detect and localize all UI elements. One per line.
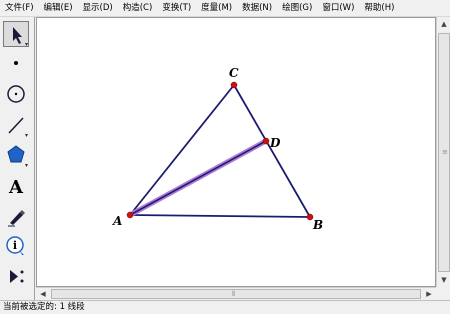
scrollbar-corner (436, 287, 450, 300)
svg-text:i: i (13, 239, 17, 252)
point-c[interactable] (230, 81, 238, 89)
polygon-tool[interactable] (3, 142, 29, 168)
triangle-figure: A B C D (112, 66, 323, 232)
pentagon-icon (7, 145, 28, 167)
status-bar: 当前被选定的: 1 线段 (0, 300, 450, 314)
toolbox: A i (0, 17, 35, 300)
arrow-cursor-icon (13, 27, 28, 46)
vertical-scroll-thumb[interactable]: ≡ (438, 33, 450, 272)
line-segment-icon (8, 117, 28, 137)
compass-tool[interactable] (3, 81, 29, 107)
label-b[interactable]: B (312, 218, 323, 232)
marker-pen-icon (8, 210, 25, 227)
label-a[interactable]: A (112, 214, 122, 228)
menu-display[interactable]: 显示(D) (78, 0, 118, 16)
arrow-select-tool[interactable] (3, 21, 29, 47)
status-text: 当前被选定的: 1 线段 (3, 302, 85, 312)
menu-graph[interactable]: 绘图(G) (277, 0, 317, 16)
point-a[interactable] (126, 211, 134, 219)
menu-data[interactable]: 数据(N) (237, 0, 277, 16)
scroll-up-arrow-icon[interactable]: ▲ (438, 18, 450, 30)
segment-ad-selected[interactable] (129, 140, 267, 216)
label-c[interactable]: C (229, 66, 239, 80)
scroll-right-arrow-icon[interactable]: ▶ (423, 288, 435, 300)
grip-icon: ⦀ (232, 290, 236, 298)
menu-transform[interactable]: 变换(T) (157, 0, 196, 16)
label-d[interactable]: D (269, 136, 281, 150)
point-icon (14, 61, 18, 65)
compass-circle-icon (7, 85, 25, 103)
info-icon: i (6, 236, 24, 255)
scroll-down-arrow-icon[interactable]: ▼ (438, 274, 450, 286)
scroll-left-arrow-icon[interactable]: ◀ (37, 288, 49, 300)
point-tool[interactable] (3, 50, 29, 76)
custom-tool[interactable] (3, 263, 29, 289)
menu-measure[interactable]: 度量(M) (196, 0, 237, 16)
play-more-icon (10, 270, 24, 283)
menu-window[interactable]: 窗口(W) (317, 0, 359, 16)
svg-text:A: A (8, 177, 24, 198)
grip-icon: ≡ (442, 148, 448, 156)
vertical-scrollbar[interactable]: ▲ ≡ ▼ (436, 17, 450, 287)
segment-ac[interactable] (129, 84, 235, 216)
menu-help[interactable]: 帮助(H) (359, 0, 399, 16)
text-tool[interactable]: A (3, 173, 29, 199)
menu-edit[interactable]: 编辑(E) (39, 0, 78, 16)
horizontal-scroll-thumb[interactable]: ⦀ (51, 289, 421, 299)
marker-tool[interactable] (3, 203, 29, 229)
point-d[interactable] (262, 137, 270, 145)
text-icon: A (8, 177, 24, 198)
menu-bar: 文件(F) 编辑(E) 显示(D) 构造(C) 变换(T) 度量(M) 数据(N… (0, 0, 450, 17)
segment-ab[interactable] (129, 214, 311, 218)
straightedge-tool[interactable] (3, 112, 29, 138)
horizontal-scrollbar[interactable]: ◀ ⦀ ▶ (36, 287, 436, 300)
sketch-canvas[interactable]: A B C D (36, 17, 436, 287)
menu-construct[interactable]: 构造(C) (118, 0, 158, 16)
menu-file[interactable]: 文件(F) (0, 0, 39, 16)
information-tool[interactable]: i (3, 233, 29, 259)
